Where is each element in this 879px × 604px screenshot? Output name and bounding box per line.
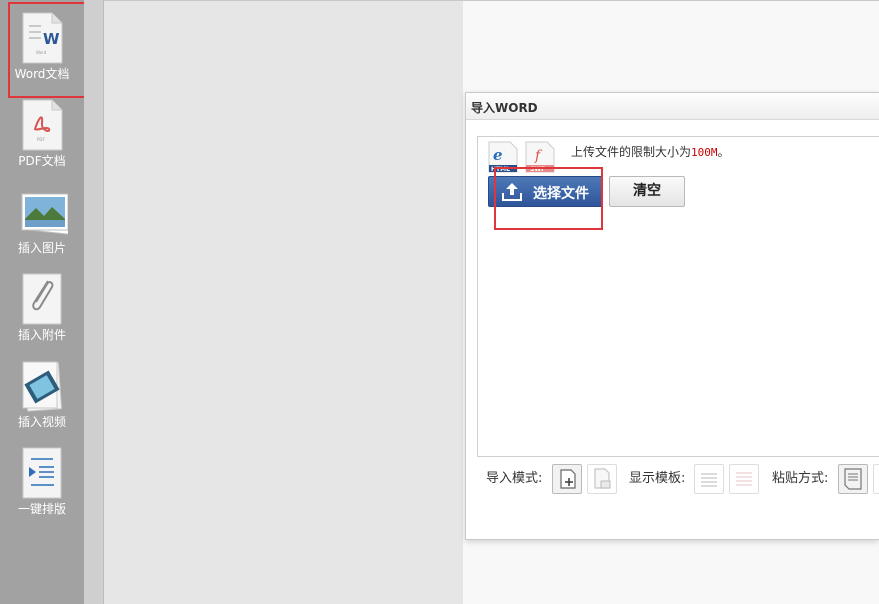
choose-file-button[interactable]: 选择文件 <box>488 176 603 207</box>
upload-area[interactable]: e HTML f SWF 上传文件的限制大小为100M。 选择文件 清空 <box>477 136 879 457</box>
dialog-title: 导入WORD <box>471 101 538 115</box>
selected-item-highlight <box>8 2 94 98</box>
swf-file-label: SWF <box>530 166 545 173</box>
top-divider-line <box>104 0 879 1</box>
sidebar-item-label: PDF文档 <box>18 154 66 168</box>
sidebar-item-insert-image[interactable]: 插入图片 <box>0 174 84 258</box>
paste-mode-document-icon[interactable] <box>838 464 868 494</box>
swf-file-icon: f SWF <box>525 141 555 173</box>
limit-value: 100M <box>691 146 718 159</box>
left-sidebar: W Word Word文档 PDF PDF文档 插入图片 插入附件 插入视频 一… <box>0 0 94 604</box>
dialog-header: 导入WORD <box>466 93 879 120</box>
limit-prefix: 上传文件的限制大小为 <box>571 145 692 159</box>
import-mode-replace-icon[interactable] <box>587 464 617 494</box>
sidebar-item-insert-video[interactable]: 插入视频 <box>0 348 84 432</box>
svg-text:PDF: PDF <box>37 137 45 142</box>
paste-mode-plain-icon[interactable] <box>873 464 879 494</box>
sidebar-item-one-click-format[interactable]: 一键排版 <box>0 435 84 519</box>
choose-file-label: 选择文件 <box>533 186 589 202</box>
display-template-label: 显示模板: <box>629 471 686 486</box>
import-mode-label: 导入模式: <box>486 471 543 486</box>
sidebar-item-label: 插入附件 <box>17 328 66 342</box>
paste-mode-label: 粘贴方式: <box>772 471 829 486</box>
svg-text:e: e <box>493 146 503 164</box>
html-file-icon: e HTML <box>488 141 518 173</box>
pdf-document-icon: PDF <box>22 99 63 151</box>
format-icon <box>22 447 62 499</box>
template-list-icon[interactable] <box>694 464 724 494</box>
upload-icon <box>502 183 522 201</box>
sidebar-item-insert-attachment[interactable]: 插入附件 <box>0 261 84 345</box>
sidebar-item-pdf-document[interactable]: PDF PDF文档 <box>0 87 84 171</box>
attachment-icon <box>22 273 62 325</box>
import-mode-new-page-icon[interactable] <box>552 464 582 494</box>
template-lined-icon[interactable] <box>729 464 759 494</box>
video-icon <box>22 361 63 412</box>
clear-button[interactable]: 清空 <box>609 176 685 207</box>
image-icon <box>21 193 68 235</box>
upload-limit-text: 上传文件的限制大小为100M。 <box>571 143 730 160</box>
sidebar-divider <box>84 0 104 604</box>
sidebar-item-label: 插入图片 <box>17 241 66 255</box>
limit-suffix: 。 <box>717 145 730 159</box>
import-options-row: 导入模式: 显示模板: 粘贴方式: <box>466 463 879 499</box>
import-word-dialog: 导入WORD e HTML f SWF 上传文件的限制大小为100M。 选择文件… <box>465 92 879 540</box>
html-file-label: HTML <box>491 166 510 173</box>
sidebar-item-label: 一键排版 <box>17 502 66 516</box>
sidebar-item-label: 插入视频 <box>17 415 66 429</box>
editor-canvas-background <box>104 0 463 604</box>
